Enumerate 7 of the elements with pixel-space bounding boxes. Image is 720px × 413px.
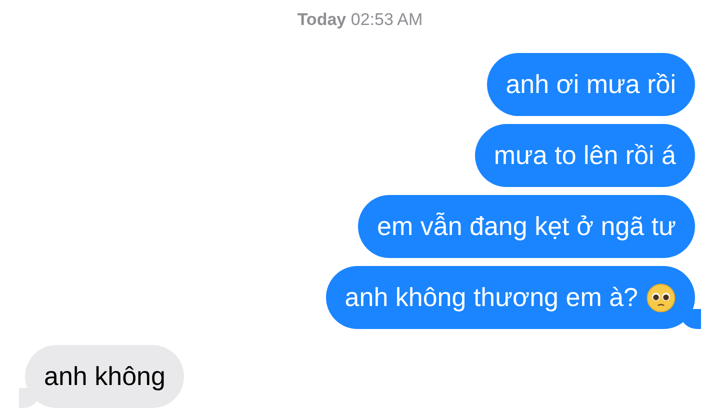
message-text: anh ơi mưa rồi: [506, 69, 676, 100]
message-text: mưa to lên rồi á: [494, 140, 676, 171]
message-text: em vẫn đang kẹt ở ngã tư: [377, 211, 676, 242]
timestamp-time: 02:53 AM: [350, 10, 423, 29]
message-text: anh không: [44, 361, 166, 392]
message-text: anh không thương em à?: [344, 282, 638, 313]
timestamp-day: Today: [297, 10, 346, 29]
